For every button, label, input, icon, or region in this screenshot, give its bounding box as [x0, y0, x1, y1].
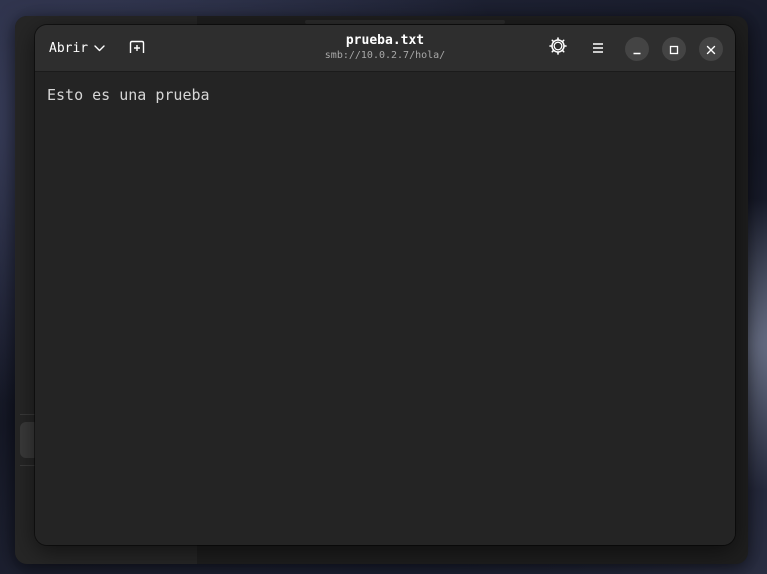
- main-menu-button[interactable]: [585, 36, 611, 60]
- text-editor-window: Abrir prueba.txt smb://10.0.2.7/hola/ Es…: [35, 25, 735, 545]
- text-editor-area[interactable]: Esto es una prueba: [35, 72, 735, 545]
- maximize-icon: [669, 40, 679, 59]
- minimize-icon: [632, 40, 642, 59]
- hamburger-menu-icon: [591, 39, 605, 58]
- chevron-down-icon: [94, 44, 105, 52]
- close-button[interactable]: [699, 37, 723, 61]
- maximize-button[interactable]: [662, 37, 686, 61]
- document-text[interactable]: Esto es una prueba: [47, 86, 210, 104]
- new-tab-button[interactable]: [123, 36, 151, 60]
- gear-icon: [549, 37, 567, 59]
- background-window-tab-strip: [305, 20, 505, 24]
- open-button-label: Abrir: [49, 40, 89, 56]
- open-button[interactable]: Abrir: [43, 35, 111, 61]
- settings-button[interactable]: [545, 36, 571, 60]
- close-icon: [706, 40, 716, 59]
- window-title-box: prueba.txt smb://10.0.2.7/hola/: [235, 32, 535, 62]
- window-subtitle: smb://10.0.2.7/hola/: [324, 50, 446, 61]
- minimize-button[interactable]: [625, 37, 649, 61]
- window-title: prueba.txt: [345, 33, 425, 48]
- new-tab-icon: [129, 39, 145, 58]
- headerbar: Abrir prueba.txt smb://10.0.2.7/hola/: [35, 25, 735, 72]
